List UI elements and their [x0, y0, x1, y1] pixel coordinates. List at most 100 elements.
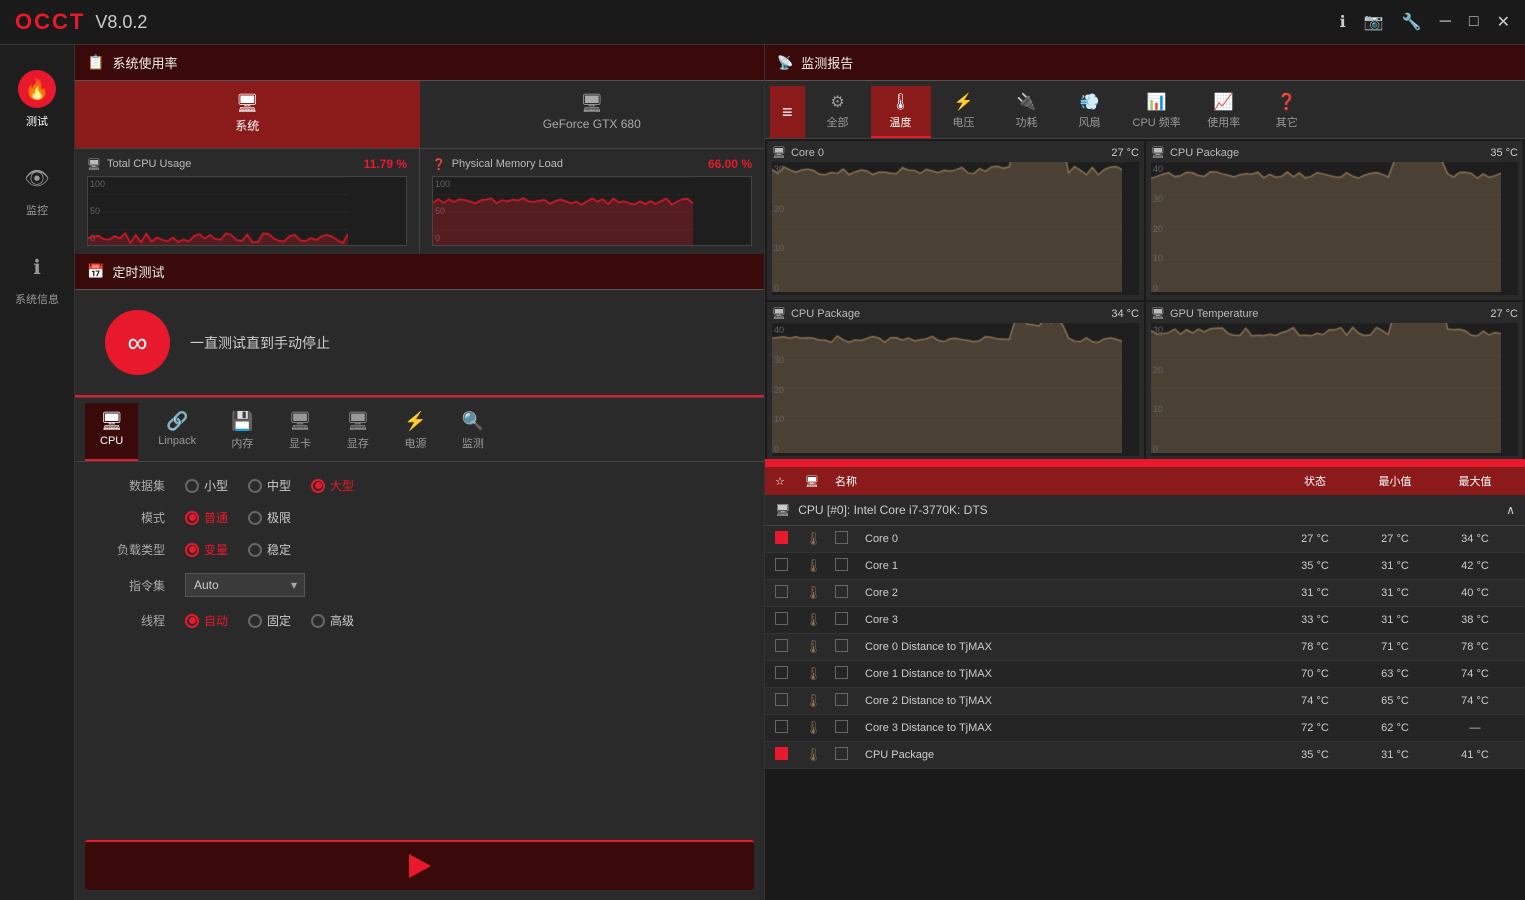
close-button[interactable]: ✕ — [1497, 12, 1510, 32]
row-check[interactable] — [775, 666, 788, 679]
row-check[interactable] — [775, 612, 788, 625]
play-icon — [409, 854, 431, 878]
threads-fixed[interactable]: 固定 — [248, 612, 291, 629]
row-check2[interactable] — [835, 747, 848, 760]
row-icon: 🌡 — [805, 612, 835, 628]
row-check2[interactable] — [835, 558, 848, 571]
settings-icon[interactable]: 🔧 — [1402, 12, 1422, 32]
row-check[interactable] — [775, 639, 788, 652]
monitor-tab-temp[interactable]: 🌡 温度 — [871, 86, 931, 138]
instruction-select[interactable]: Auto — [185, 573, 305, 597]
instruction-row: 指令集 Auto — [95, 573, 744, 597]
test-tab-memory[interactable]: 💾 内存 — [216, 403, 268, 461]
row-check2[interactable] — [835, 639, 848, 652]
monitor-tab-fan[interactable]: 💨 风扇 — [1060, 86, 1120, 138]
camera-icon[interactable]: 📷 — [1364, 12, 1384, 32]
row-check[interactable] — [775, 693, 788, 706]
row-check[interactable] — [775, 747, 788, 760]
cpu-stat-header: 🖥 Total CPU Usage 11.79 % — [87, 157, 407, 171]
dataset-large-label: 大型 — [330, 477, 354, 494]
sidebar-item-test[interactable]: 🔥 测试 — [0, 55, 74, 144]
row-check2[interactable] — [835, 531, 848, 544]
chart-cpupackage2: 🖥 CPU Package 34 °C 40 30 20 10 0 — [767, 302, 1144, 461]
monitor-tab-all[interactable]: ⚙ 全部 — [808, 86, 868, 138]
infinity-button[interactable]: ∞ — [105, 310, 170, 375]
system-tab-label: 系统 — [235, 119, 259, 133]
test-tab-power[interactable]: ⚡ 电源 — [389, 403, 441, 461]
load-variable[interactable]: 变量 — [185, 541, 228, 558]
row-check2[interactable] — [835, 693, 848, 706]
row-fav[interactable] — [775, 558, 805, 574]
sidebar-item-monitor[interactable]: 👁 监控 — [0, 144, 74, 233]
monitor-tab-cpufreq[interactable]: 📊 CPU 频率 — [1123, 86, 1191, 138]
mode-extreme[interactable]: 极限 — [248, 509, 291, 526]
row-fav[interactable] — [775, 639, 805, 655]
system-tabs: 🖥 系统 🖥 GeForce GTX 680 — [75, 81, 764, 148]
window-controls: ℹ 📷 🔧 ─ □ ✕ — [1340, 12, 1510, 32]
load-stable[interactable]: 稳定 — [248, 541, 291, 558]
row-fav[interactable] — [775, 612, 805, 628]
row-check[interactable] — [775, 720, 788, 733]
chart-scrollbar[interactable] — [765, 459, 1525, 467]
row-fav[interactable] — [775, 666, 805, 682]
minimize-button[interactable]: ─ — [1440, 13, 1451, 31]
tab-system[interactable]: 🖥 系统 — [75, 81, 420, 148]
dataset-row: 数据集 小型 中型 大型 — [95, 477, 744, 494]
mode-normal-radio — [185, 511, 199, 525]
table-row: 🌡 Core 3 Distance to TjMAX 72 °C 62 °C — — [765, 715, 1525, 742]
tab-gpu[interactable]: 🖥 GeForce GTX 680 — [420, 81, 765, 148]
group-collapse-icon[interactable]: ∧ — [1506, 503, 1515, 517]
row-fav[interactable] — [775, 585, 805, 601]
mode-normal[interactable]: 普通 — [185, 509, 228, 526]
row-fav[interactable] — [775, 693, 805, 709]
monitor-tab-voltage[interactable]: ⚡ 电压 — [934, 86, 994, 138]
chart-core0: 🖥 Core 0 27 °C 30 20 10 0 — [767, 141, 1144, 300]
other-tab-label: 其它 — [1276, 114, 1298, 130]
row-check2[interactable] — [835, 720, 848, 733]
system-tab-icon: 🖥 — [87, 93, 408, 114]
dataset-large[interactable]: 大型 — [311, 477, 354, 494]
memory-mini-chart: 100 50 0 — [432, 176, 752, 246]
test-tab-cpu[interactable]: 🖥 CPU — [85, 403, 138, 461]
dataset-medium-radio — [248, 479, 262, 493]
row-check[interactable] — [775, 558, 788, 571]
test-settings: 数据集 小型 中型 大型 — [75, 462, 764, 840]
maximize-button[interactable]: □ — [1469, 13, 1479, 31]
dataset-small[interactable]: 小型 — [185, 477, 228, 494]
col-header-icon: 🖥 — [805, 475, 835, 488]
info-icon[interactable]: ℹ — [1340, 12, 1346, 32]
row-icon: 🌡 — [805, 666, 835, 682]
monitor-tab-power[interactable]: 🔌 功耗 — [997, 86, 1057, 138]
row-check2[interactable] — [835, 585, 848, 598]
row-max: 78 °C — [1435, 641, 1515, 653]
row-fav[interactable] — [775, 747, 805, 763]
row-check2[interactable] — [835, 666, 848, 679]
row-icon: 🌡 — [805, 639, 835, 655]
row-check[interactable] — [775, 531, 788, 544]
dataset-label: 数据集 — [95, 477, 165, 494]
threads-auto[interactable]: 自动 — [185, 612, 228, 629]
gpu-tab-label: GeForce GTX 680 — [543, 117, 641, 131]
monitor-tab-other[interactable]: ❓ 其它 — [1257, 86, 1317, 138]
row-status: 27 °C — [1275, 533, 1355, 545]
monitor-menu-tab[interactable]: ≡ — [770, 86, 805, 138]
row-check2[interactable] — [835, 612, 848, 625]
threads-advanced[interactable]: 高级 — [311, 612, 354, 629]
memory-tab-label: 内存 — [231, 435, 253, 451]
gpu-test-tab-label: 显卡 — [289, 435, 311, 451]
row-fav[interactable] — [775, 531, 805, 547]
test-tab-monitoring[interactable]: 🔍 监测 — [447, 403, 499, 461]
test-tab-linpack[interactable]: 🔗 Linpack — [143, 403, 211, 461]
mode-extreme-radio — [248, 511, 262, 525]
row-fav[interactable] — [775, 720, 805, 736]
system-usage-title: 系统使用率 — [112, 53, 177, 72]
test-tab-gpu[interactable]: 🖥 显卡 — [274, 403, 327, 461]
row-check[interactable] — [775, 585, 788, 598]
start-button[interactable] — [85, 840, 754, 890]
table-row: 🌡 Core 0 Distance to TjMAX 78 °C 71 °C 7… — [765, 634, 1525, 661]
sidebar-item-sysinfo[interactable]: ℹ 系统信息 — [0, 233, 74, 322]
monitor-tab-usage[interactable]: 📈 使用率 — [1194, 86, 1254, 138]
test-tab-vram[interactable]: 🖥 显存 — [331, 403, 384, 461]
dataset-medium[interactable]: 中型 — [248, 477, 291, 494]
vram-tab-icon: 🖥 — [346, 411, 369, 432]
